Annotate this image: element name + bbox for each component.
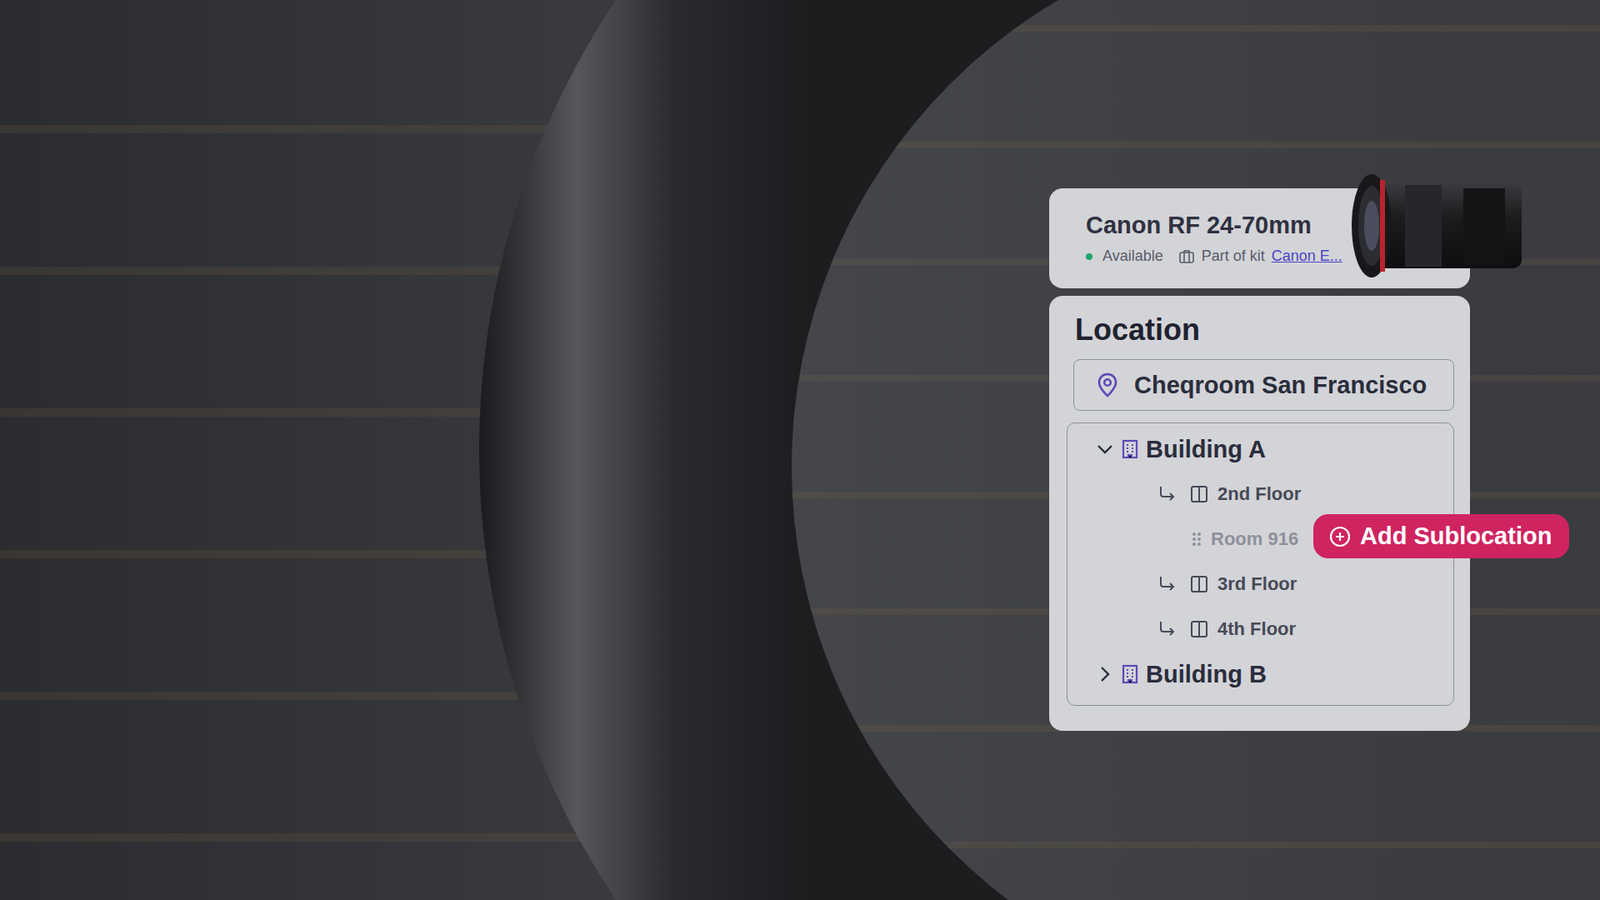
- chevron-down-icon[interactable]: [1095, 440, 1115, 459]
- tree-label: Building B: [1145, 660, 1267, 689]
- kit-label: Part of kit: [1201, 247, 1265, 265]
- location-value: Cheqroom San Francisco: [1134, 371, 1427, 400]
- pin-icon: [1094, 371, 1121, 399]
- building-icon: [1119, 663, 1141, 685]
- drag-handle-icon: [1190, 530, 1203, 549]
- tree-row[interactable]: Building A: [1067, 426, 1454, 472]
- status-dot: [1085, 253, 1093, 260]
- lens-photo: [1346, 171, 1535, 280]
- tree-label: Building A: [1145, 435, 1266, 464]
- add-sublocation-button[interactable]: Add Sublocation: [1313, 514, 1570, 559]
- tree-row[interactable]: Building B: [1067, 651, 1454, 697]
- location-tree: Building A 2nd Floor Room 916 3rd Floor 4th …: [1066, 422, 1455, 706]
- status-label: Available: [1102, 247, 1164, 265]
- tree-row[interactable]: 2nd Floor: [1067, 471, 1454, 517]
- sub-arrow-icon: [1157, 484, 1178, 505]
- floor-icon: [1189, 619, 1210, 640]
- kit-icon: [1178, 248, 1195, 265]
- tree-label: 3rd Floor: [1217, 573, 1297, 595]
- sub-arrow-icon: [1157, 574, 1178, 595]
- location-title: Location: [1075, 312, 1455, 348]
- location-card: Location Cheqroom San Francisco Building A…: [1049, 295, 1470, 731]
- tree-label: Room 916: [1210, 528, 1299, 550]
- tree-row[interactable]: 4th Floor: [1067, 606, 1454, 652]
- tree-row[interactable]: 3rd Floor: [1067, 561, 1454, 607]
- building-icon: [1119, 438, 1141, 460]
- floor-icon: [1189, 484, 1210, 505]
- hero-canvas: Canon RF 24-70mmAvailablePart of kitCano…: [0, 0, 1600, 900]
- floor-icon: [1189, 574, 1210, 595]
- chevron-right-icon[interactable]: [1095, 665, 1115, 684]
- tree-label: 2nd Floor: [1217, 483, 1301, 505]
- tree-label: 4th Floor: [1217, 618, 1296, 640]
- plus-circle-icon: [1328, 525, 1352, 549]
- location-field[interactable]: Cheqroom San Francisco: [1073, 359, 1455, 411]
- kit-link[interactable]: Canon E...: [1271, 247, 1343, 265]
- sub-arrow-icon: [1157, 619, 1178, 640]
- add-sublocation-label: Add Sublocation: [1360, 522, 1552, 550]
